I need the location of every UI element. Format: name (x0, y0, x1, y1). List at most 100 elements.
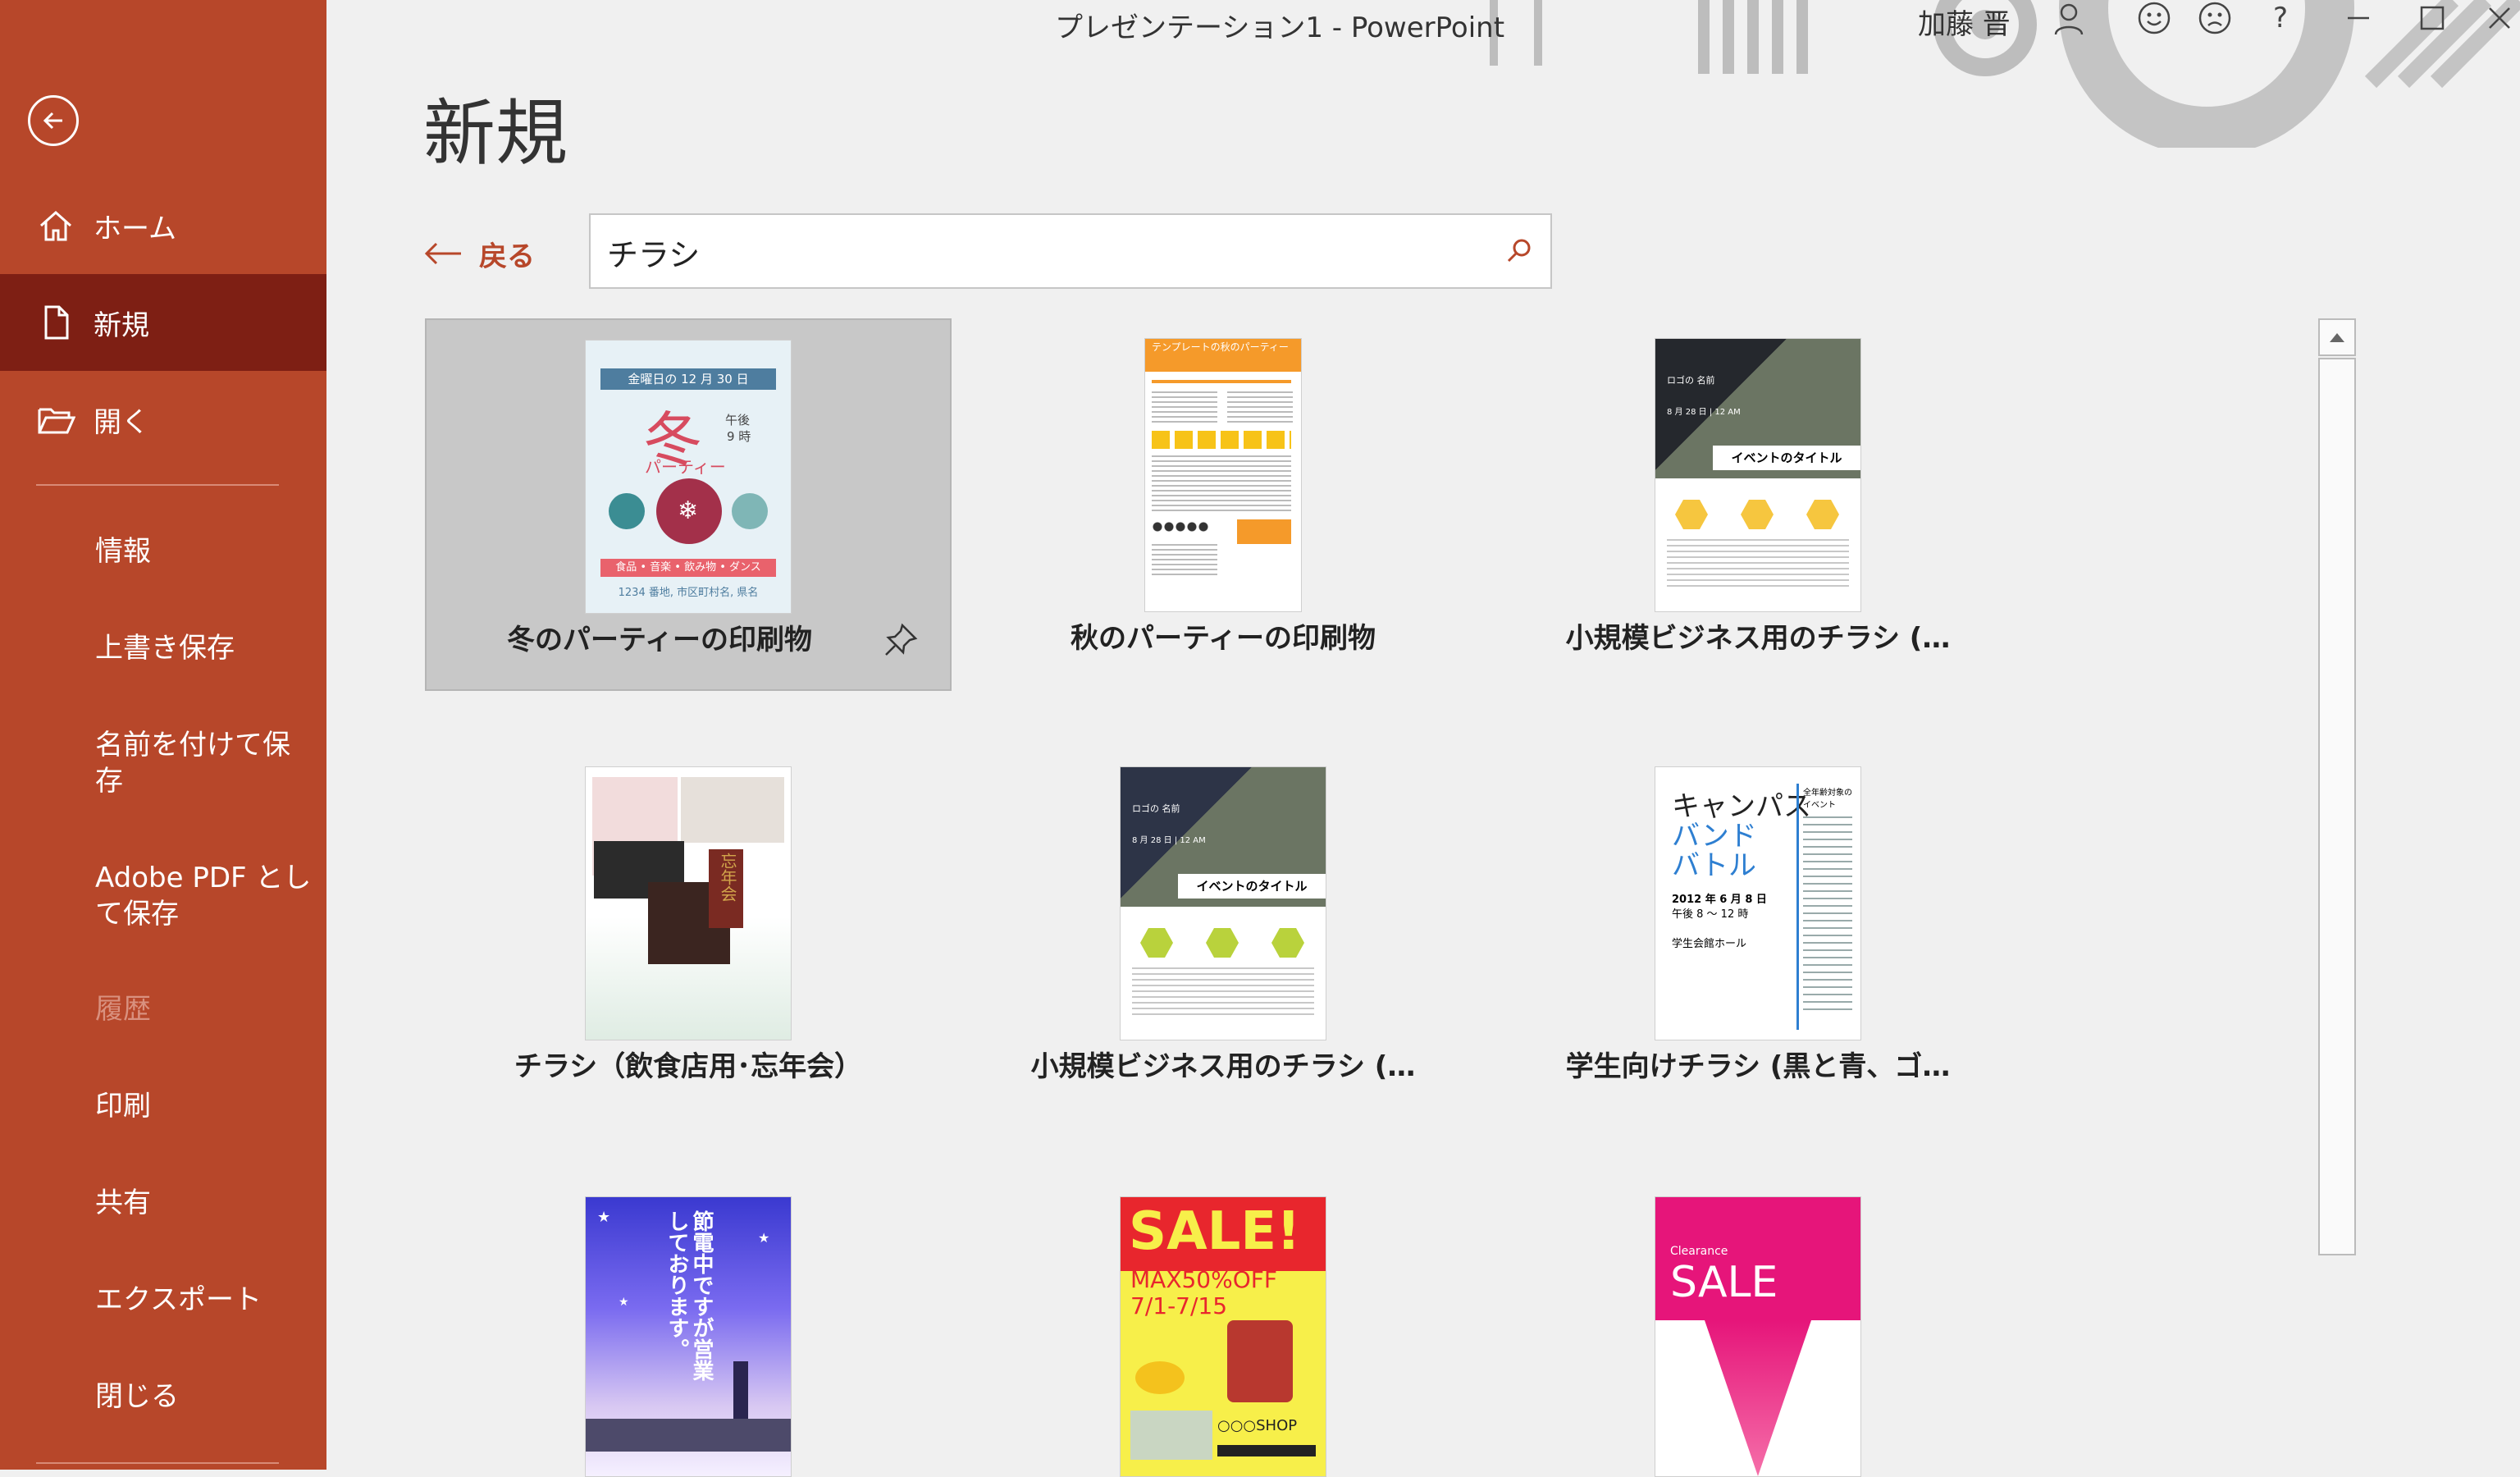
sidebar-divider (36, 484, 279, 486)
thumb-date: 8 月 28 日 | 12 AM (1667, 408, 1741, 417)
thumb-hexagon (1741, 500, 1774, 529)
help-button[interactable]: ? (2264, 0, 2297, 36)
backstage-sidebar: ホーム 新規 開く 情報 上書き保存 名前を付けて保存 Adobe PDF とし… (0, 0, 326, 1470)
template-name: 冬のパーティーの印刷物 (507, 624, 812, 656)
template-tile-small-business-2[interactable]: ロゴの 名前 8 月 28 日 | 12 AM イベントのタイトル 小規模ビジネ… (960, 747, 1486, 1119)
smile-icon (2138, 2, 2171, 34)
template-tile-restaurant[interactable]: 忘年会 チラシ（飲食店用･忘年会） (425, 747, 952, 1119)
thumb-robot (1227, 1320, 1293, 1402)
pin-icon[interactable] (883, 622, 919, 658)
template-thumbnail: SALE! MAX50%OFF 7/1-7/15 ○○○SHOP (1120, 1196, 1326, 1477)
star-icon: ★ (597, 1209, 611, 1226)
thumb-year: 2012 年 6 月 8 日 (1672, 894, 1767, 906)
template-thumbnail: テンプレートの秋のパーティー (1144, 338, 1302, 612)
sidebar-item-save[interactable]: 上書き保存 (95, 630, 317, 666)
person-icon (2054, 3, 2084, 34)
thumb-hexagon (1140, 928, 1173, 958)
thumb-place: 学生会館ホール (1672, 938, 1747, 950)
thumb-circle-hat (609, 493, 645, 529)
thumb-hexagon (1806, 500, 1839, 529)
maximize-icon (2420, 6, 2445, 30)
sidebar-item-label: 開く (94, 405, 149, 439)
minimize-button[interactable] (2338, 0, 2379, 36)
thumb-text-lines (1152, 391, 1217, 424)
template-thumbnail: キャンパス バンド バトル 2012 年 6 月 8 日 午後 8 〜 12 時… (1655, 766, 1861, 1040)
thumb-footer-bar (1217, 1445, 1316, 1456)
back-arrow-button[interactable] (28, 95, 79, 146)
page-title: 新規 (423, 91, 568, 176)
thumb-headline: イベントのタイトル (1178, 874, 1326, 899)
thumb-time-1: 午後 (725, 413, 751, 428)
sidebar-item-save-as-pdf[interactable]: Adobe PDF として保存 (95, 860, 317, 932)
template-thumbnail: Clearance SALE (1655, 1196, 1861, 1477)
template-tile-clearance[interactable]: Clearance SALE (1495, 1177, 2021, 1477)
template-thumbnail: ロゴの 名前 8 月 28 日 | 12 AM イベントのタイトル (1655, 338, 1861, 612)
template-tile-winter-party[interactable]: 金曜日の 12 月 30 日 冬 午後 9 時 パーティー ❄ 食品 • 音楽 … (425, 318, 952, 691)
template-tile-energy-saving[interactable]: ★ ★ ★ 節電中ですが営業しております。 (425, 1177, 952, 1477)
thumb-headline: SALE! (1129, 1201, 1301, 1262)
account-name[interactable]: 加藤 晋 (1918, 2, 2011, 42)
sidebar-item-print[interactable]: 印刷 (95, 1088, 317, 1124)
template-tile-autumn-party[interactable]: テンプレートの秋のパーティー 秋のパーティーの印刷物 (960, 318, 1486, 691)
thumb-hexagon (1206, 928, 1239, 958)
template-tile-sale[interactable]: SALE! MAX50%OFF 7/1-7/15 ○○○SHOP (960, 1177, 1486, 1477)
close-window-button[interactable] (2479, 0, 2520, 36)
template-name: 秋のパーティーの印刷物 (1071, 622, 1376, 655)
sidebar-item-share[interactable]: 共有 (95, 1185, 317, 1221)
sidebar-item-save-as[interactable]: 名前を付けて保存 (95, 727, 317, 799)
thumb-text-lines (1803, 816, 1852, 1013)
thumb-title-3: バトル (1672, 849, 1757, 882)
template-thumbnail: 忘年会 (585, 766, 792, 1040)
template-search-box[interactable] (589, 213, 1552, 289)
template-thumbnail: ロゴの 名前 8 月 28 日 | 12 AM イベントのタイトル (1120, 766, 1326, 1040)
close-icon (2489, 7, 2510, 29)
sidebar-item-label: ホーム (94, 212, 176, 245)
thumb-date-banner: 金曜日の 12 月 30 日 (600, 368, 776, 390)
template-name: 小規模ビジネス用のチラシ (… (1565, 622, 1951, 655)
smile-feedback-button[interactable] (2136, 0, 2172, 36)
template-tile-small-business-1[interactable]: ロゴの 名前 8 月 28 日 | 12 AM イベントのタイトル 小規模ビジネ… (1495, 318, 2021, 691)
account-button[interactable] (2051, 0, 2087, 36)
thumb-arrow-shape (1705, 1320, 1811, 1476)
thumb-text-lines (1132, 967, 1314, 1017)
thumb-map (1130, 1411, 1212, 1460)
scroll-up-button[interactable] (2318, 318, 2356, 356)
thumb-duck (1135, 1361, 1185, 1394)
thumb-header: テンプレートの秋のパーティー (1145, 339, 1301, 372)
thumb-headline: イベントのタイトル (1713, 446, 1860, 470)
maximize-button[interactable] (2412, 0, 2453, 36)
home-icon (40, 210, 71, 241)
sidebar-item-info[interactable]: 情報 (95, 533, 317, 569)
sidebar-item-history: 履歴 (95, 993, 151, 1026)
scrollbar-thumb[interactable] (2318, 358, 2356, 1255)
sidebar-item-export[interactable]: エクスポート (95, 1282, 317, 1318)
back-link[interactable]: 戻る (423, 231, 535, 276)
sidebar-item-close[interactable]: 閉じる (95, 1379, 317, 1415)
frown-icon (2198, 2, 2231, 34)
thumb-divider (1796, 784, 1799, 1030)
thumb-dots (1152, 521, 1209, 533)
thumb-party-text: パーティー (645, 457, 726, 477)
thumb-date: 8 月 28 日 | 12 AM (1132, 836, 1206, 845)
search-input[interactable] (605, 215, 1478, 289)
thumb-circle-mitten (732, 493, 768, 529)
sidebar-item-open[interactable]: 開く (0, 371, 326, 468)
sidebar-divider (36, 1462, 279, 1464)
template-thumbnail: 金曜日の 12 月 30 日 冬 午後 9 時 パーティー ❄ 食品 • 音楽 … (585, 340, 792, 614)
thumb-time-2: 9 時 (727, 429, 751, 444)
template-tile-student[interactable]: キャンパス バンド バトル 2012 年 6 月 8 日 午後 8 〜 12 時… (1495, 747, 2021, 1119)
template-thumbnail: ★ ★ ★ 節電中ですが営業しております。 (585, 1196, 792, 1477)
search-icon[interactable] (1504, 236, 1534, 266)
thumb-small-text: Clearance (1670, 1245, 1728, 1258)
frown-feedback-button[interactable] (2197, 0, 2233, 36)
thumb-logo: ロゴの 名前 (1132, 803, 1180, 814)
thumb-big-text: SALE (1670, 1258, 1778, 1307)
sidebar-item-new[interactable]: 新規 (0, 274, 326, 371)
thumb-side-text: 全年齢対象の イベント (1803, 789, 1852, 810)
vertical-scrollbar[interactable] (2318, 318, 2358, 1470)
thumb-icon-row (1152, 431, 1291, 449)
snowflake-icon: ❄ (678, 496, 699, 525)
star-icon: ★ (758, 1230, 770, 1246)
sidebar-item-home[interactable]: ホーム (0, 177, 326, 274)
thumb-text-lines (1667, 539, 1849, 588)
